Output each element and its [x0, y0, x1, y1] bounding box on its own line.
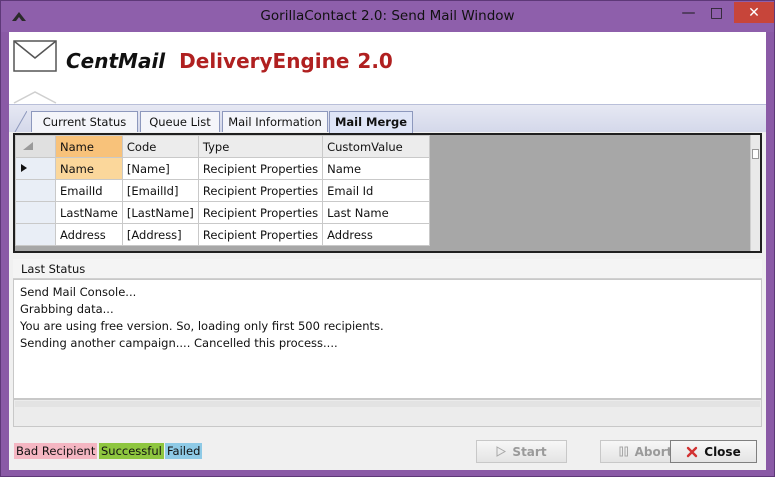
- tab-current-status[interactable]: Current Status: [31, 111, 138, 132]
- cell-type[interactable]: Recipient Properties: [197, 223, 324, 246]
- console-horizontal-scrollbar[interactable]: [15, 401, 760, 407]
- mail-merge-grid: Name Code Type CustomValue Name [Name] R…: [13, 133, 762, 253]
- cell-customvalue[interactable]: Email Id: [322, 179, 431, 202]
- maximize-button[interactable]: □: [705, 2, 728, 23]
- brand-version: 2.0: [357, 49, 393, 73]
- close-button-label: Close: [704, 444, 741, 459]
- cell-code[interactable]: [EmailId]: [121, 179, 199, 202]
- brand-product: DeliveryEngine: [179, 49, 350, 73]
- grid-vertical-scrollbar[interactable]: [750, 135, 760, 251]
- row-header[interactable]: [15, 157, 56, 180]
- last-status-header: Last Status: [13, 259, 762, 279]
- title-bar[interactable]: GorillaContact 2.0: Send Mail Window — □…: [1, 1, 774, 32]
- abort-button-label: Abort: [634, 444, 673, 459]
- legend-successful: Successful: [99, 443, 164, 459]
- legend-failed: Failed: [165, 443, 203, 459]
- select-all-icon: [23, 141, 33, 150]
- window-title: GorillaContact 2.0: Send Mail Window: [260, 8, 515, 24]
- status-console[interactable]: Send Mail Console... Grabbing data... Yo…: [13, 279, 762, 399]
- play-icon: [496, 446, 507, 457]
- cell-code[interactable]: [Name]: [121, 157, 199, 180]
- column-header-customvalue[interactable]: CustomValue: [322, 135, 431, 158]
- cell-customvalue[interactable]: Address: [322, 223, 431, 246]
- cell-type[interactable]: Recipient Properties: [197, 201, 324, 224]
- cell-name[interactable]: Name: [55, 157, 123, 180]
- cell-code[interactable]: [Address]: [121, 223, 199, 246]
- row-header[interactable]: [15, 201, 56, 224]
- legend-bad-recipient: Bad Recipient: [14, 443, 98, 459]
- table-row[interactable]: Name [Name] Recipient Properties Name: [15, 157, 431, 180]
- grid-header-row: Name Code Type CustomValue: [15, 135, 431, 158]
- cell-customvalue[interactable]: Last Name: [322, 201, 431, 224]
- row-header[interactable]: [15, 179, 56, 202]
- console-line: Send Mail Console...: [20, 285, 137, 299]
- table-row[interactable]: LastName [LastName] Recipient Properties…: [15, 201, 431, 224]
- cell-name[interactable]: Address: [55, 223, 123, 246]
- console-footer-panel: [13, 399, 762, 427]
- cell-customvalue[interactable]: Name: [322, 157, 431, 180]
- column-header-type[interactable]: Type: [197, 135, 324, 158]
- current-row-arrow-icon: [21, 163, 27, 172]
- scrollbar-thumb[interactable]: [752, 149, 759, 159]
- cell-name[interactable]: LastName: [55, 201, 123, 224]
- envelope-icon: [13, 40, 57, 72]
- cell-code[interactable]: [LastName]: [121, 201, 199, 224]
- merge-fields-table: Name Code Type CustomValue Name [Name] R…: [15, 135, 431, 246]
- tab-queue-list[interactable]: Queue List: [140, 111, 220, 132]
- console-line: You are using free version. So, loading …: [20, 319, 384, 333]
- tab-mail-information[interactable]: Mail Information: [222, 111, 328, 132]
- console-line: Grabbing data...: [20, 302, 114, 316]
- client-area: CentMail DeliveryEngine 2.0 Current Status…: [9, 32, 766, 470]
- app-header: CentMail DeliveryEngine 2.0: [9, 32, 766, 104]
- brand-title: CentMail DeliveryEngine 2.0: [66, 49, 393, 73]
- table-row[interactable]: EmailId [EmailId] Recipient Properties E…: [15, 179, 431, 202]
- tab-mail-merge[interactable]: Mail Merge: [329, 111, 413, 133]
- cell-name[interactable]: EmailId: [55, 179, 123, 202]
- brand-name: CentMail: [66, 49, 166, 73]
- close-x-icon: [687, 446, 698, 457]
- grid-corner-cell[interactable]: [15, 135, 56, 158]
- start-button-label: Start: [512, 444, 547, 459]
- tab-strip: Current Status Queue List Mail Informati…: [9, 104, 766, 133]
- close-window-button[interactable]: ✕: [734, 2, 774, 23]
- console-line: Sending another campaign.... Cancelled t…: [20, 336, 338, 350]
- start-button[interactable]: Start: [476, 440, 567, 463]
- pause-icon: [619, 446, 628, 457]
- table-row[interactable]: Address [Address] Recipient Properties A…: [15, 223, 431, 246]
- minimize-button[interactable]: —: [677, 2, 700, 23]
- column-header-name[interactable]: Name: [55, 135, 123, 158]
- close-button[interactable]: Close: [670, 440, 757, 463]
- envelope-reflection-icon: [13, 91, 57, 104]
- tab-corner-decoration: [14, 111, 27, 132]
- send-mail-window: GorillaContact 2.0: Send Mail Window — □…: [0, 0, 775, 477]
- cell-type[interactable]: Recipient Properties: [197, 157, 324, 180]
- cell-type[interactable]: Recipient Properties: [197, 179, 324, 202]
- row-header[interactable]: [15, 223, 56, 246]
- column-header-code[interactable]: Code: [121, 135, 199, 158]
